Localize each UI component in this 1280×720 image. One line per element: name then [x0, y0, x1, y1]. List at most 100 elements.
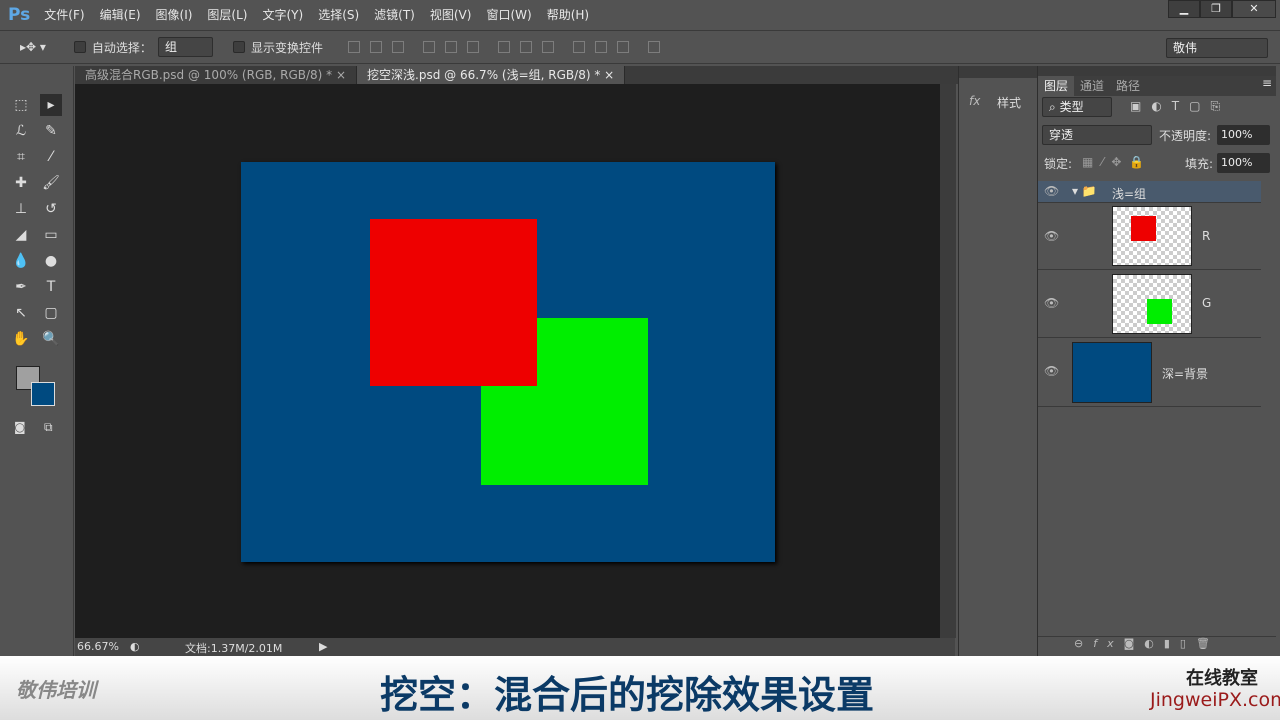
- layer-name: G: [1202, 296, 1212, 310]
- distribute-hcenter-icon[interactable]: [594, 41, 607, 53]
- layer-row-background[interactable]: 👁 深=背景: [1038, 338, 1261, 407]
- status-menu-arrow-icon[interactable]: ▶: [319, 640, 327, 653]
- fill-input[interactable]: 100%: [1217, 153, 1270, 173]
- minimize-button[interactable]: ▁: [1168, 0, 1200, 18]
- auto-select-checkbox[interactable]: [73, 41, 86, 53]
- background-color-swatch[interactable]: [31, 382, 55, 406]
- tab-layers[interactable]: 图层: [1038, 76, 1075, 96]
- type-tool-icon[interactable]: T: [40, 276, 62, 298]
- document-tabs: 高级混合RGB.psd @ 100% (RGB, RGB/8) * × 挖空深浅…: [75, 66, 958, 84]
- menu-file[interactable]: 文件(F): [44, 6, 84, 23]
- marquee-tool-icon[interactable]: ⬚: [10, 94, 32, 116]
- lock-icons[interactable]: ▦⁄✥🔒: [1082, 155, 1152, 169]
- pen-tool-icon[interactable]: ✒: [10, 276, 32, 298]
- layer-row-r[interactable]: 👁 R: [1038, 203, 1261, 270]
- document-size: 文档:1.37M/2.01M: [185, 642, 283, 655]
- quick-select-tool-icon[interactable]: ✎: [40, 120, 62, 142]
- canvas-area[interactable]: [75, 84, 940, 638]
- screen-mode-icon[interactable]: ⧉: [44, 420, 53, 435]
- menu-filter[interactable]: 滤镜(T): [374, 6, 415, 23]
- distribute-right-icon[interactable]: [616, 41, 629, 53]
- close-button[interactable]: ✕: [1232, 0, 1276, 18]
- gradient-tool-icon[interactable]: ▭: [40, 224, 62, 246]
- stamp-tool-icon[interactable]: ⊥: [10, 198, 32, 220]
- layer-row-g[interactable]: 👁 G: [1038, 270, 1261, 338]
- red-square: [370, 219, 537, 386]
- quick-mask-icon[interactable]: ◙: [14, 420, 26, 434]
- auto-select-dropdown[interactable]: 组: [157, 37, 213, 57]
- move-tool-icon[interactable]: ▸: [40, 94, 62, 116]
- menu-image[interactable]: 图像(I): [156, 6, 193, 23]
- blur-tool-icon[interactable]: 💧: [10, 250, 32, 272]
- layer-row-group[interactable]: 👁 ▾ 📁 浅=组: [1038, 181, 1261, 203]
- distribute-bottom-icon[interactable]: [541, 41, 554, 53]
- shape-tool-icon[interactable]: ▢: [40, 302, 62, 324]
- visibility-eye-icon[interactable]: 👁: [1044, 296, 1060, 310]
- align-vcenter-icon[interactable]: [369, 41, 382, 53]
- banner-online-class: 在线教室: [1186, 668, 1258, 689]
- align-left-icon[interactable]: [422, 41, 435, 53]
- dodge-tool-icon[interactable]: ●: [40, 250, 62, 272]
- align-top-icon[interactable]: [347, 41, 360, 53]
- distribute-top-icon[interactable]: [497, 41, 510, 53]
- eraser-tool-icon[interactable]: ◢: [10, 224, 32, 246]
- tab-paths[interactable]: 路径: [1110, 76, 1146, 96]
- close-tab-icon[interactable]: ×: [336, 68, 346, 82]
- status-info-icon[interactable]: ◐: [130, 640, 140, 653]
- tab-document-1[interactable]: 高级混合RGB.psd @ 100% (RGB, RGB/8) * ×: [75, 66, 358, 84]
- tab-document-2[interactable]: 挖空深浅.psd @ 66.7% (浅=组, RGB/8) * ×: [357, 66, 626, 84]
- tab-channels[interactable]: 通道: [1074, 76, 1110, 96]
- menu-type[interactable]: 文字(Y): [262, 6, 303, 23]
- visibility-eye-icon[interactable]: 👁: [1044, 229, 1060, 243]
- eyedropper-tool-icon[interactable]: ⁄: [40, 146, 62, 168]
- crop-tool-icon[interactable]: ⌗: [10, 146, 32, 168]
- show-transform-label: 显示变换控件: [250, 40, 323, 55]
- layer-name: 浅=组: [1112, 187, 1147, 201]
- zoom-tool-icon[interactable]: 🔍: [40, 328, 62, 350]
- align-bottom-icon[interactable]: [391, 41, 404, 53]
- healing-tool-icon[interactable]: ✚: [10, 172, 32, 194]
- search-icon: ⌕: [1049, 100, 1056, 114]
- menu-edit[interactable]: 编辑(E): [100, 6, 141, 23]
- layer-name: 深=背景: [1162, 367, 1209, 381]
- filter-icons[interactable]: ▣◐T▢⎘: [1130, 99, 1230, 114]
- workspace-dropdown[interactable]: 敬伟: [1166, 38, 1268, 58]
- history-brush-tool-icon[interactable]: ↺: [40, 198, 62, 220]
- panel-menu-icon[interactable]: ≡: [1262, 76, 1272, 90]
- layers-bottom-toolbar[interactable]: ⊖fx◙◐▮▯🗑: [1038, 636, 1276, 656]
- menu-select[interactable]: 选择(S): [318, 6, 359, 23]
- hand-tool-icon[interactable]: ✋: [10, 328, 32, 350]
- distribute-vcenter-icon[interactable]: [519, 41, 532, 53]
- document-canvas[interactable]: [241, 162, 775, 562]
- photoshop-logo: Ps: [8, 4, 31, 25]
- lasso-tool-icon[interactable]: ℒ: [10, 120, 32, 142]
- auto-align-icon[interactable]: [647, 41, 660, 53]
- path-select-tool-icon[interactable]: ↖: [10, 302, 32, 324]
- close-tab-icon[interactable]: ×: [604, 68, 614, 82]
- move-tool-icon[interactable]: ▸✥ ▾: [20, 40, 46, 54]
- menu-view[interactable]: 视图(V): [430, 6, 472, 23]
- brush-tool-icon[interactable]: 🖌: [40, 172, 62, 194]
- group-expand-icon[interactable]: ▾ 📁: [1072, 184, 1097, 198]
- vertical-scrollbar[interactable]: [940, 84, 956, 638]
- distribute-left-icon[interactable]: [572, 41, 585, 53]
- restore-button[interactable]: ❐: [1200, 0, 1232, 18]
- opacity-input[interactable]: 100%: [1217, 125, 1270, 145]
- brand-logo: 敬伟培训: [16, 678, 96, 702]
- tab-label: 挖空深浅.psd @ 66.7% (浅=组, RGB/8) *: [367, 68, 601, 82]
- align-right-icon[interactable]: [466, 41, 479, 53]
- visibility-eye-icon[interactable]: 👁: [1044, 184, 1060, 198]
- fx-icon: fx: [969, 94, 981, 108]
- menu-bar: Ps 文件(F) 编辑(E) 图像(I) 图层(L) 文字(Y) 选择(S) 滤…: [0, 0, 1280, 29]
- menu-help[interactable]: 帮助(H): [547, 6, 589, 23]
- blend-mode-dropdown[interactable]: 穿透: [1042, 125, 1152, 145]
- panel-collapse-bar[interactable]: [959, 66, 1037, 78]
- layer-filter-dropdown[interactable]: ⌕ 类型: [1042, 97, 1112, 117]
- show-transform-checkbox[interactable]: [232, 41, 245, 53]
- zoom-level[interactable]: 66.67%: [77, 640, 119, 653]
- align-hcenter-icon[interactable]: [444, 41, 457, 53]
- menu-window[interactable]: 窗口(W): [486, 6, 531, 23]
- styles-label[interactable]: 样式: [997, 94, 1021, 111]
- menu-layer[interactable]: 图层(L): [207, 6, 247, 23]
- visibility-eye-icon[interactable]: 👁: [1044, 364, 1060, 378]
